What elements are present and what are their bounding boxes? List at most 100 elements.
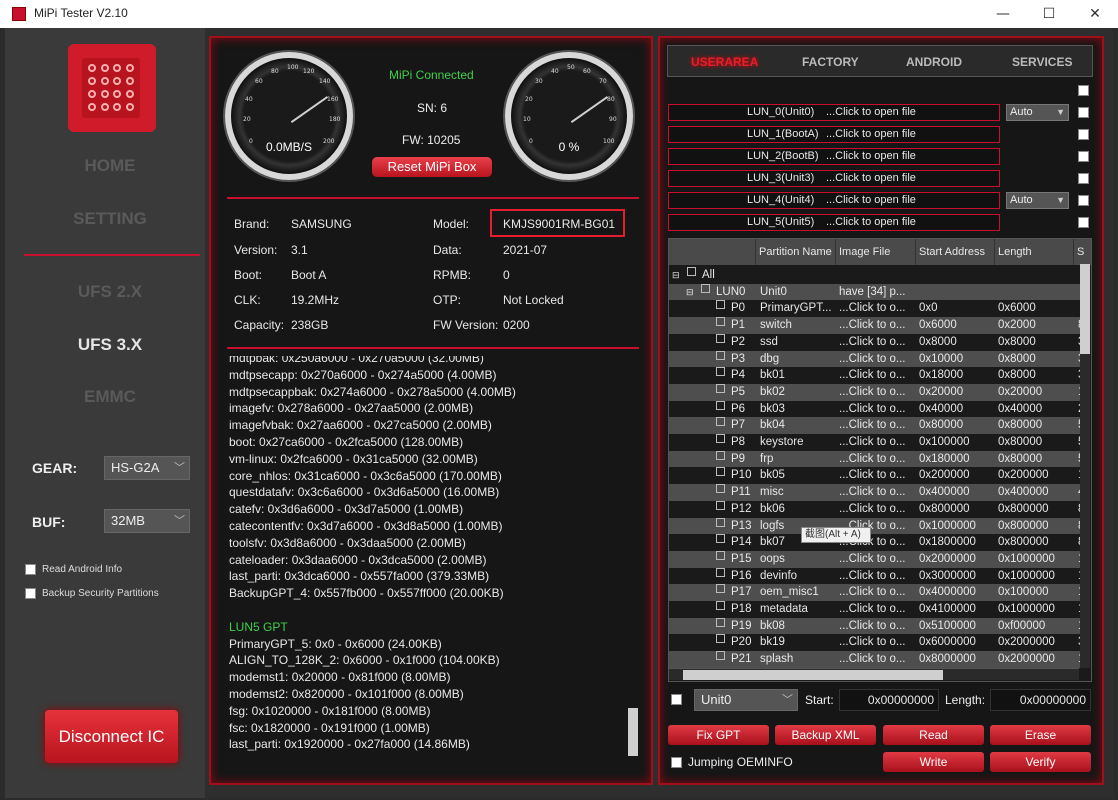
row-checkbox[interactable] <box>716 383 725 393</box>
grid-vertical-scrollbar[interactable] <box>1080 264 1090 668</box>
lun-checkbox[interactable] <box>1078 107 1089 118</box>
row-checkbox[interactable] <box>716 300 725 310</box>
maximize-button[interactable]: ☐ <box>1026 2 1072 26</box>
table-row[interactable]: P1switch...Click to o...0x60000x20008 <box>669 317 1084 334</box>
column-header[interactable]: Start Address <box>916 239 995 265</box>
scroll-thumb[interactable] <box>1080 264 1090 354</box>
close-button[interactable]: ✕ <box>1072 2 1118 26</box>
cell-img[interactable]: ...Click to o... <box>839 334 905 351</box>
table-row[interactable]: P11misc...Click to o...0x4000000x4000004 <box>669 484 1084 501</box>
gear-select[interactable]: HS-G2A ﹀ <box>104 456 190 480</box>
write-button[interactable]: Write <box>883 752 984 772</box>
table-row[interactable]: P16 devinfo ...Click to o... 0x3000000 0x100… <box>669 567 1084 585</box>
lun-file-row[interactable]: LUN_0(Unit0) ...Click to open file <box>668 104 1000 121</box>
row-checkbox[interactable] <box>716 417 725 427</box>
cell-img[interactable]: ...Click to o... <box>839 317 905 334</box>
table-row[interactable]: P5bk02...Click to o...0x200000x200001 <box>669 383 1084 401</box>
cell-img[interactable]: ...Click to o... <box>839 651 905 668</box>
row-checkbox[interactable] <box>716 517 725 527</box>
row-checkbox[interactable] <box>716 434 725 443</box>
row-checkbox[interactable] <box>716 617 725 627</box>
lun-checkbox[interactable] <box>1078 151 1089 162</box>
row-checkbox[interactable] <box>716 484 725 494</box>
row-checkbox[interactable] <box>716 634 725 644</box>
row-checkbox[interactable] <box>716 467 725 477</box>
lun-file-row[interactable]: LUN_5(Unit5) ...Click to open file <box>668 214 1000 231</box>
nav-home[interactable]: HOME <box>20 156 200 176</box>
lun-checkbox[interactable] <box>1078 195 1089 206</box>
table-row[interactable]: P19 bk08 ...Click to o... 0x5100000 0xf00000… <box>669 617 1084 635</box>
lun4-mode-select[interactable]: Auto ▼ <box>1006 192 1069 209</box>
nav-ufs3[interactable]: UFS 3.X <box>20 335 200 355</box>
log-scrollbar[interactable] <box>628 708 638 756</box>
lun-checkbox[interactable] <box>1078 129 1089 140</box>
lun-checkbox[interactable] <box>1078 173 1089 184</box>
table-row[interactable]: P6bk03...Click to o...0x400000x400002 <box>669 400 1084 418</box>
column-header[interactable]: Partition Name <box>756 239 836 265</box>
verify-button[interactable]: Verify <box>990 752 1091 772</box>
table-row[interactable]: P17 oem_misc1 ...Click to o... 0x4000000 0x1… <box>669 584 1084 601</box>
row-checkbox[interactable] <box>716 584 725 594</box>
cell-img[interactable]: ...Click to o... <box>839 451 905 468</box>
lun-select-all-checkbox[interactable] <box>1078 85 1089 96</box>
tab-userarea[interactable]: USERAREA <box>691 55 758 69</box>
table-row[interactable]: P10bk05...Click to o...0x2000000x2000001 <box>669 467 1084 484</box>
table-row[interactable]: P3dbg...Click to o...0x100000x80003 <box>669 350 1084 368</box>
table-row[interactable]: P9frp...Click to o...0x1800000x800005 <box>669 450 1084 468</box>
cell-img[interactable]: ...Click to o... <box>839 351 905 368</box>
backup-security-checkbox[interactable] <box>25 588 36 599</box>
table-row[interactable]: P13 logfs ...Click to o... 0x1000000 0x80000… <box>669 517 1084 535</box>
tab-factory[interactable]: FACTORY <box>802 55 859 69</box>
table-row[interactable]: P18 metadata ...Click to o... 0x4100000 0x10… <box>669 601 1084 618</box>
table-row[interactable]: P4bk01...Click to o...0x180000x80003 <box>669 367 1084 384</box>
read-android-checkbox[interactable] <box>25 564 36 575</box>
row-checkbox[interactable] <box>716 450 725 460</box>
cell-img[interactable]: ...Click to o... <box>839 367 905 384</box>
cell-img[interactable]: ...Click to o... <box>839 551 905 568</box>
row-checkbox[interactable] <box>716 500 725 510</box>
cell-img[interactable]: ...Click to o... <box>839 401 905 418</box>
tree-checkbox[interactable] <box>687 267 696 276</box>
nav-setting[interactable]: SETTING <box>20 209 200 229</box>
cell-img[interactable]: ...Click to o... <box>839 300 905 317</box>
select-unit-checkbox[interactable] <box>671 694 682 705</box>
lun0-mode-select[interactable]: Auto ▼ <box>1006 104 1069 121</box>
nav-emmc[interactable]: EMMC <box>20 387 200 407</box>
table-row[interactable]: P0 PrimaryGPT... ...Click to o... 0x0 0x6000 <box>669 300 1081 317</box>
fix-gpt-button[interactable]: Fix GPT <box>668 725 769 745</box>
grid-horizontal-scrollbar[interactable] <box>669 668 1079 680</box>
row-checkbox[interactable] <box>716 333 725 343</box>
tree-node-lun[interactable]: ⊟ LUN0 Unit0 have [34] p... <box>669 283 1081 301</box>
cell-img[interactable]: ...Click to o... <box>839 601 905 618</box>
row-checkbox[interactable] <box>716 651 725 661</box>
lun-file-row[interactable]: LUN_1(BootA) ...Click to open file <box>668 126 1000 143</box>
lun-file-row[interactable]: LUN_3(Unit3) ...Click to open file <box>668 170 1000 187</box>
lun-file-row[interactable]: LUN_2(BootB) ...Click to open file <box>668 148 1000 165</box>
row-checkbox[interactable] <box>716 400 725 410</box>
cell-img[interactable]: ...Click to o... <box>839 634 905 651</box>
table-row[interactable]: P8 keystore ...Click to o... 0x100000 0x8000… <box>669 434 1084 451</box>
table-row[interactable]: P20 bk19 ...Click to o... 0x6000000 0x200000… <box>669 634 1084 651</box>
row-checkbox[interactable] <box>716 601 725 610</box>
reset-mipi-box-button[interactable]: Reset MiPi Box <box>372 157 492 177</box>
jumping-oeminfo-checkbox[interactable] <box>671 757 682 768</box>
cell-img[interactable]: ...Click to o... <box>839 484 905 501</box>
column-header[interactable]: Image File <box>836 239 916 265</box>
row-checkbox[interactable] <box>716 567 725 577</box>
disconnect-ic-button[interactable]: Disconnect IC <box>45 710 178 763</box>
row-checkbox[interactable] <box>716 367 725 377</box>
unit-select[interactable]: Unit0 ﹀ <box>694 689 798 711</box>
tab-services[interactable]: SERVICES <box>1012 55 1072 69</box>
buf-select[interactable]: 32MB ﹀ <box>104 509 190 533</box>
cell-img[interactable]: ...Click to o... <box>839 501 905 518</box>
start-address-input[interactable]: 0x00000000 <box>839 689 939 711</box>
read-button[interactable]: Read <box>883 725 984 745</box>
row-checkbox[interactable] <box>716 534 725 544</box>
lun-file-row[interactable]: LUN_4(Unit4) ...Click to open file <box>668 192 1000 209</box>
lun-checkbox[interactable] <box>1078 217 1089 228</box>
cell-img[interactable]: ...Click to o... <box>839 584 905 601</box>
table-row[interactable]: P7bk04...Click to o...0x800000x800005 <box>669 417 1084 434</box>
table-row[interactable]: P14 bk07 ...Click to o... 0x1800000 0x800000… <box>669 534 1084 551</box>
cell-img[interactable]: ...Click to o... <box>839 417 905 434</box>
column-header[interactable]: Length <box>995 239 1074 265</box>
